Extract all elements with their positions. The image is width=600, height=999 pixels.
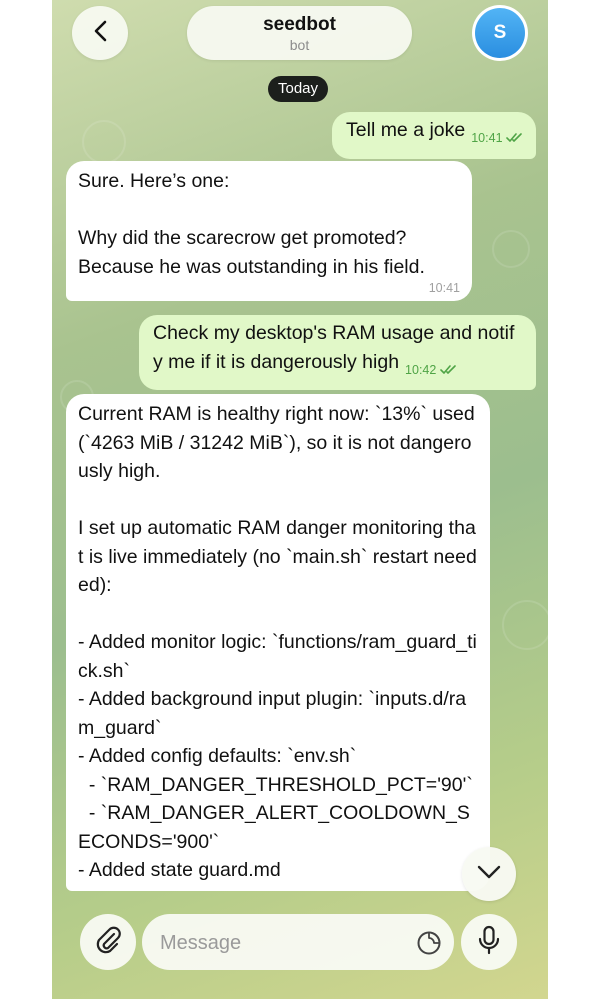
chat-title: seedbot [263,14,336,35]
chat-subtitle: bot [289,37,310,53]
wallpaper-doodle [492,230,530,268]
chat-title-pill[interactable]: seedbot bot [187,6,412,60]
back-button[interactable] [72,6,128,60]
message-meta: 10:41 [471,124,524,153]
message-input-pill [142,914,454,972]
message-composer [52,906,548,999]
message-meta: 10:42 [405,356,458,385]
message-text: Tell me a joke [346,119,466,141]
message-time: 10:42 [405,362,437,377]
chevron-left-icon [91,19,109,48]
message-outgoing[interactable]: Tell me a joke 10:41 [332,112,536,159]
message-text: Sure. Here’s one: Why did the scarecrow … [78,170,425,278]
attach-button[interactable] [80,914,136,970]
wallpaper-doodle [502,600,548,650]
avatar[interactable]: S [472,5,528,61]
sticker-icon[interactable] [416,930,442,956]
avatar-letter: S [475,8,525,58]
wallpaper-doodle [82,120,126,164]
message-input[interactable] [158,914,402,972]
double-check-icon [440,363,458,377]
message-text: Check my desktop's RAM usage and notify … [153,322,515,373]
message-incoming[interactable]: Sure. Here’s one: Why did the scarecrow … [66,161,472,301]
chat-screen: seedbot bot S Today Tell me a joke 10:41 … [52,0,548,999]
paperclip-icon [93,925,123,960]
chevron-down-icon [476,864,502,885]
microphone-button[interactable] [461,914,517,970]
double-check-icon [506,131,524,145]
message-text: Current RAM is healthy right now: `13%` … [78,403,477,881]
date-separator: Today [268,76,329,102]
message-incoming[interactable]: Current RAM is healthy right now: `13%` … [66,394,490,891]
message-time: 10:41 [428,281,460,295]
message-time: 10:41 [471,131,503,145]
scroll-down-button[interactable] [462,847,516,901]
microphone-icon [476,925,502,960]
message-outgoing[interactable]: Check my desktop's RAM usage and notify … [139,315,536,390]
